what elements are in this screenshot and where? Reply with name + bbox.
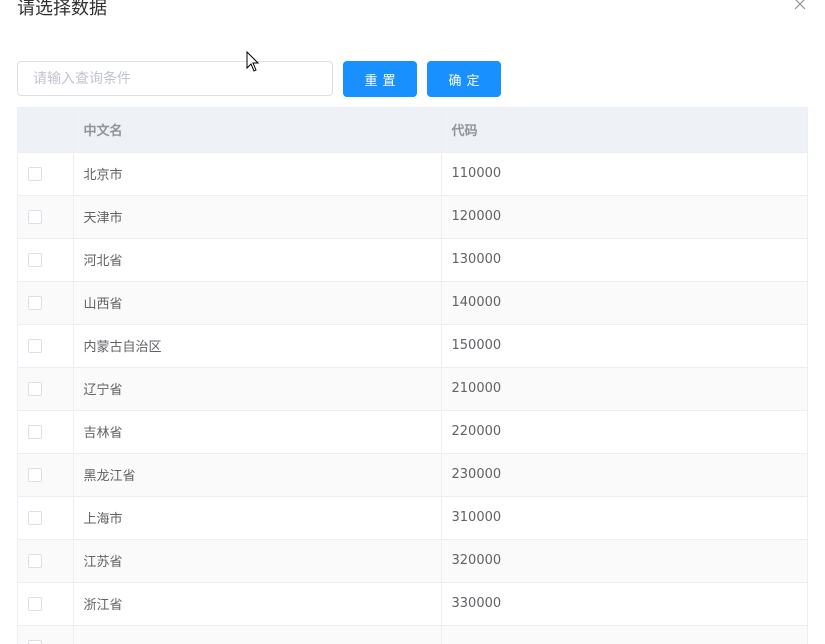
cell-code: 130000	[441, 238, 807, 282]
toolbar: 重置 确定	[17, 61, 807, 97]
table-row[interactable]: 天津市 120000	[18, 195, 807, 239]
table-row[interactable]: 辽宁省 210000	[18, 367, 807, 411]
dialog-title: 请选择数据	[17, 0, 107, 19]
row-select-cell	[18, 539, 74, 583]
table-row[interactable]: 浙江省 330000	[18, 582, 807, 626]
row-select-cell	[18, 625, 74, 644]
row-select-cell	[18, 238, 74, 282]
cell-code: 320000	[441, 539, 807, 583]
cell-name: 浙江省	[73, 582, 442, 626]
column-header-name: 中文名	[73, 108, 442, 153]
cell-name: 江苏省	[73, 539, 442, 583]
cell-name: 上海市	[73, 496, 442, 540]
table-row[interactable]: 北京市 110000	[18, 152, 807, 196]
cell-name: 河北省	[73, 238, 442, 282]
cell-name: 黑龙江省	[73, 453, 442, 497]
select-data-dialog: 请选择数据 重置 确定 中文名 代码 北京市110000天津市120000河	[0, 0, 825, 644]
row-checkbox[interactable]	[28, 596, 42, 611]
table-row[interactable]	[18, 625, 807, 644]
row-select-cell	[18, 324, 74, 368]
cell-name: 山西省	[73, 281, 442, 325]
row-checkbox[interactable]	[28, 510, 42, 525]
row-select-cell	[18, 367, 74, 411]
row-checkbox[interactable]	[28, 639, 42, 644]
data-table: 中文名 代码 北京市 110000 天津市 120000 河北省 130000 山西省 140…	[17, 107, 808, 644]
cell-name	[73, 625, 442, 644]
cell-code: 230000	[441, 453, 807, 497]
row-select-cell	[18, 410, 74, 454]
close-icon[interactable]	[792, 0, 808, 12]
cell-code: 310000	[441, 496, 807, 540]
cell-name: 吉林省	[73, 410, 442, 454]
table-row[interactable]: 河北省 130000	[18, 238, 807, 282]
cell-name: 北京市	[73, 152, 442, 196]
table-row[interactable]: 内蒙古自治区 150000	[18, 324, 807, 368]
cell-name: 内蒙古自治区	[73, 324, 442, 368]
table-row[interactable]: 黑龙江省 230000	[18, 453, 807, 497]
cell-code	[441, 625, 807, 644]
cell-code: 120000	[441, 195, 807, 239]
search-input[interactable]	[17, 61, 333, 96]
row-checkbox[interactable]	[28, 252, 42, 267]
table-row[interactable]: 山西省 140000	[18, 281, 807, 325]
cell-code: 220000	[441, 410, 807, 454]
cell-code: 210000	[441, 367, 807, 411]
row-checkbox[interactable]	[28, 295, 42, 310]
row-select-cell	[18, 281, 74, 325]
row-checkbox[interactable]	[28, 424, 42, 439]
table-header-row: 中文名 代码	[18, 108, 807, 153]
confirm-button[interactable]: 确定	[427, 61, 501, 97]
table-row[interactable]: 吉林省 220000	[18, 410, 807, 454]
cell-code: 330000	[441, 582, 807, 626]
row-select-cell	[18, 496, 74, 540]
cell-name: 辽宁省	[73, 367, 442, 411]
cell-code: 150000	[441, 324, 807, 368]
row-checkbox[interactable]	[28, 338, 42, 353]
row-checkbox[interactable]	[28, 553, 42, 568]
reset-button[interactable]: 重置	[343, 61, 417, 97]
table-row[interactable]: 江苏省 320000	[18, 539, 807, 583]
column-header-code: 代码	[441, 108, 807, 153]
table-row[interactable]: 上海市 310000	[18, 496, 807, 540]
row-checkbox[interactable]	[28, 381, 42, 396]
row-checkbox[interactable]	[28, 467, 42, 482]
row-select-cell	[18, 152, 74, 196]
cell-code: 110000	[441, 152, 807, 196]
row-select-cell	[18, 453, 74, 497]
row-select-cell	[18, 195, 74, 239]
cell-code: 140000	[441, 281, 807, 325]
cell-name: 天津市	[73, 195, 442, 239]
row-checkbox[interactable]	[28, 166, 42, 181]
row-checkbox[interactable]	[28, 209, 42, 224]
header-select-cell	[18, 108, 74, 153]
row-select-cell	[18, 582, 74, 626]
